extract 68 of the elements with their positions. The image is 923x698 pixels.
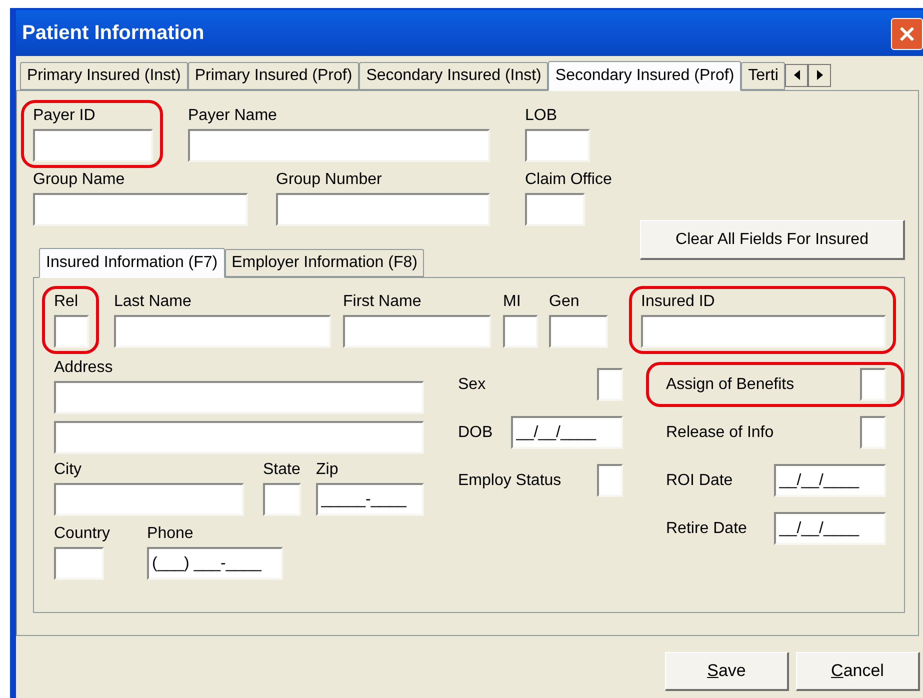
field-label: Group Name [33, 170, 126, 190]
tab[interactable]: Insured Information (F7) [39, 248, 225, 278]
field-label: Payer ID [33, 106, 96, 126]
field-label: Sex [458, 374, 486, 394]
window-title: Patient Information [22, 22, 204, 44]
field-label: Claim Office [525, 170, 612, 190]
tab[interactable]: Primary Insured (Prof) [188, 62, 360, 90]
field-label: MI [503, 292, 522, 312]
field-label: State [263, 460, 301, 480]
tab[interactable]: Primary Insured (Inst) [20, 62, 188, 90]
clear-fields-button[interactable]: Clear All Fields For Insured [640, 220, 905, 260]
input-field[interactable] [860, 368, 886, 401]
save-button[interactable]: Save [665, 652, 789, 691]
field-label: Country [54, 524, 110, 544]
input-field[interactable] [343, 315, 491, 348]
input-field[interactable] [33, 129, 153, 162]
input-field[interactable] [597, 464, 623, 497]
scroll-left-button[interactable] [785, 64, 808, 86]
input-field[interactable] [597, 368, 623, 401]
tab[interactable]: Secondary Insured (Inst) [359, 62, 548, 90]
input-field[interactable] [54, 547, 104, 580]
input-field[interactable] [33, 193, 248, 226]
input-field[interactable] [276, 193, 490, 226]
field-label: LOB [525, 106, 558, 126]
field-label: City [54, 460, 83, 480]
field-label: First Name [343, 292, 422, 312]
input-field[interactable] [54, 381, 424, 414]
tab[interactable]: Terti [741, 62, 786, 90]
input-field[interactable] [549, 315, 608, 348]
field-label: Last Name [114, 292, 192, 312]
input-field[interactable] [641, 315, 886, 348]
input-field[interactable]: __/__/____ [774, 464, 886, 497]
tab[interactable]: Secondary Insured (Prof) [548, 61, 742, 91]
input-field[interactable] [54, 315, 89, 348]
input-field[interactable] [525, 193, 585, 226]
input-field[interactable] [188, 129, 490, 162]
input-field[interactable]: _____-____ [316, 483, 424, 516]
field-label: Assign of Benefits [666, 374, 794, 394]
close-icon [898, 25, 916, 43]
input-field[interactable]: (___) ___-____ [147, 547, 284, 580]
close-button[interactable] [891, 18, 923, 50]
tab[interactable]: Employer Information (F8) [224, 249, 424, 277]
triangle-left-icon [794, 70, 800, 80]
input-field[interactable] [525, 129, 590, 162]
field-label: Group Number [276, 170, 383, 190]
field-label: ROI Date [666, 470, 733, 490]
input-field[interactable]: __/__/____ [774, 512, 886, 545]
triangle-right-icon [816, 70, 823, 80]
input-field[interactable] [263, 483, 301, 516]
input-field[interactable] [860, 416, 886, 449]
field-label: Payer Name [188, 106, 278, 126]
field-label: Insured ID [641, 292, 716, 312]
field-label: Gen [549, 292, 580, 312]
field-label: Rel [54, 292, 80, 312]
input-field[interactable] [114, 315, 331, 348]
field-label: Phone [147, 524, 194, 544]
input-field[interactable]: __/__/____ [511, 416, 623, 449]
field-label: Release of Info [666, 422, 774, 442]
input-field[interactable] [54, 421, 424, 454]
input-field[interactable] [503, 315, 538, 348]
field-label: Zip [316, 460, 340, 480]
input-field[interactable] [54, 483, 244, 516]
field-label: Address [54, 358, 114, 378]
field-label: DOB [458, 422, 493, 442]
scroll-right-button[interactable] [808, 64, 832, 86]
cancel-button[interactable]: Cancel [796, 652, 920, 691]
field-label: Employ Status [458, 470, 562, 490]
field-label: Retire Date [666, 518, 747, 538]
